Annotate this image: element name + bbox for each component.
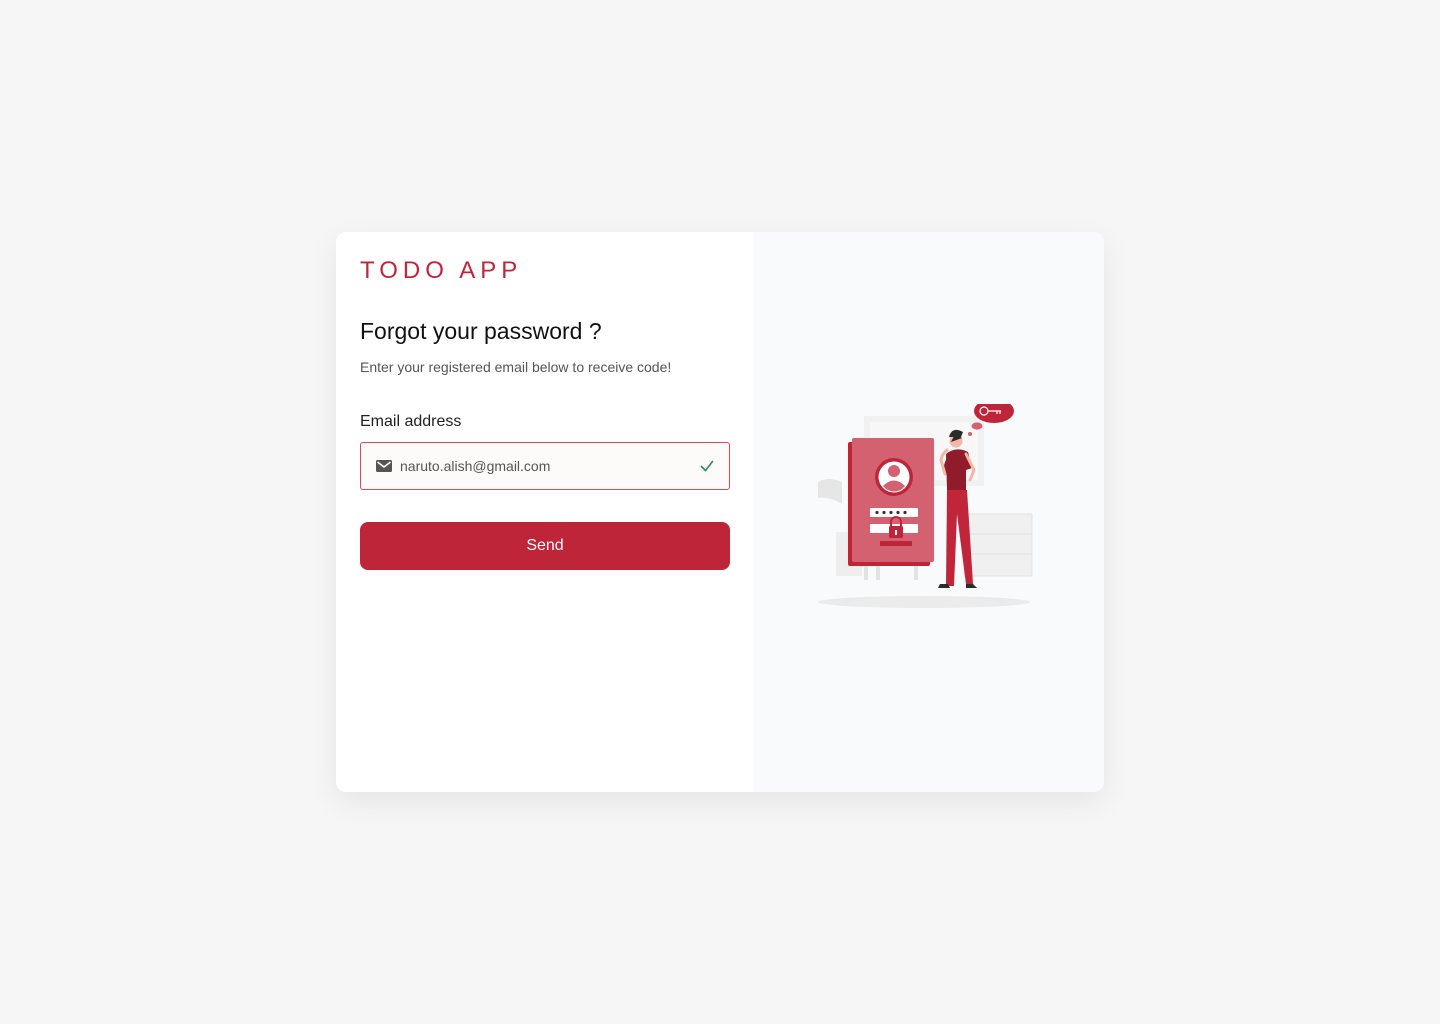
mail-icon	[376, 460, 392, 472]
forgot-password-illustration	[818, 404, 1033, 608]
send-button[interactable]: Send	[360, 522, 730, 570]
email-field[interactable]	[360, 442, 730, 490]
email-input[interactable]	[400, 443, 690, 489]
forgot-password-card: TODO APP Forgot your password ? Enter yo…	[336, 232, 1104, 792]
app-logo: TODO APP	[360, 257, 523, 284]
check-icon	[700, 460, 714, 472]
email-label: Email address	[360, 413, 462, 430]
form-panel: TODO APP Forgot your password ? Enter yo…	[336, 232, 754, 792]
page-title: Forgot your password ?	[360, 318, 602, 344]
illustration-panel	[754, 232, 1104, 792]
page-subtitle: Enter your registered email below to rec…	[360, 359, 672, 375]
